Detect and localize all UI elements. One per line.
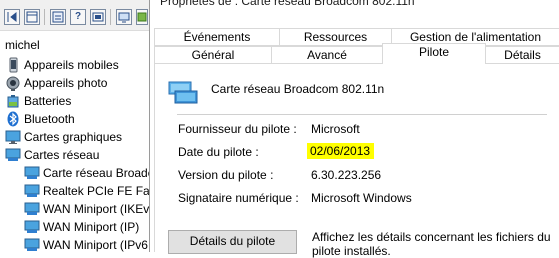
camera-icon [5, 75, 21, 91]
driver-version-label: Version du pilote : [178, 168, 274, 182]
device-manager-toolbar: ? [0, 0, 150, 31]
tab-resources[interactable]: Ressources [279, 28, 392, 46]
driver-details-button[interactable]: Détails du pilote [168, 230, 297, 254]
tree-root-computer[interactable]: michel [5, 38, 40, 52]
driver-details-description: Affichez les détails concernant les fich… [312, 230, 551, 258]
tab-events[interactable]: Événements [154, 28, 280, 46]
network-adapter-icon [24, 219, 40, 235]
driver-version-value: 6.30.223.256 [311, 168, 382, 182]
driver-date-label: Date du pilote : [178, 145, 259, 159]
battery-icon [5, 93, 21, 109]
network-adapter-icon [24, 237, 40, 253]
driver-date-highlight: 02/06/2013 [307, 143, 375, 159]
driver-provider-value: Microsoft [311, 122, 360, 136]
network-adapter-large-icon [168, 80, 198, 106]
dialog-titlebar: Propriétés de : Carte réseau Broadcom 80… [150, 0, 559, 20]
help-icon[interactable]: ? [70, 9, 86, 25]
view-icon[interactable] [90, 9, 106, 25]
network-adapter-icon [24, 165, 40, 181]
tab-general[interactable]: Général [154, 46, 272, 64]
digital-signer-value: Microsoft Windows [311, 191, 412, 205]
scan-hardware-icon[interactable] [116, 9, 132, 25]
device-name: Carte réseau Broadcom 802.11n [211, 82, 385, 96]
dialog-title: Propriétés de : Carte réseau Broadcom 80… [160, 0, 415, 8]
display-adapter-icon [5, 129, 21, 145]
properties-icon[interactable] [50, 9, 66, 25]
device-manager-window: ? michel Appareils mobiles Appareils pho… [0, 0, 160, 253]
bluetooth-icon [5, 111, 21, 127]
update-driver-icon[interactable] [136, 9, 148, 25]
separator [177, 114, 547, 115]
mobile-device-icon [5, 57, 21, 73]
tab-details[interactable]: Détails [485, 46, 559, 64]
network-adapter-icon [5, 147, 21, 163]
driver-date-value: 02/06/2013 [307, 143, 375, 159]
tab-advanced[interactable]: Avancé [271, 46, 383, 64]
network-adapter-icon [24, 183, 40, 199]
show-hidden-icon[interactable] [24, 9, 40, 25]
tab-driver[interactable]: Pilote [382, 43, 486, 64]
digital-signer-label: Signataire numérique : [178, 191, 299, 205]
network-adapter-icon [24, 201, 40, 217]
driver-provider-label: Fournisseur du pilote : [178, 122, 297, 136]
back-icon[interactable] [4, 9, 20, 25]
